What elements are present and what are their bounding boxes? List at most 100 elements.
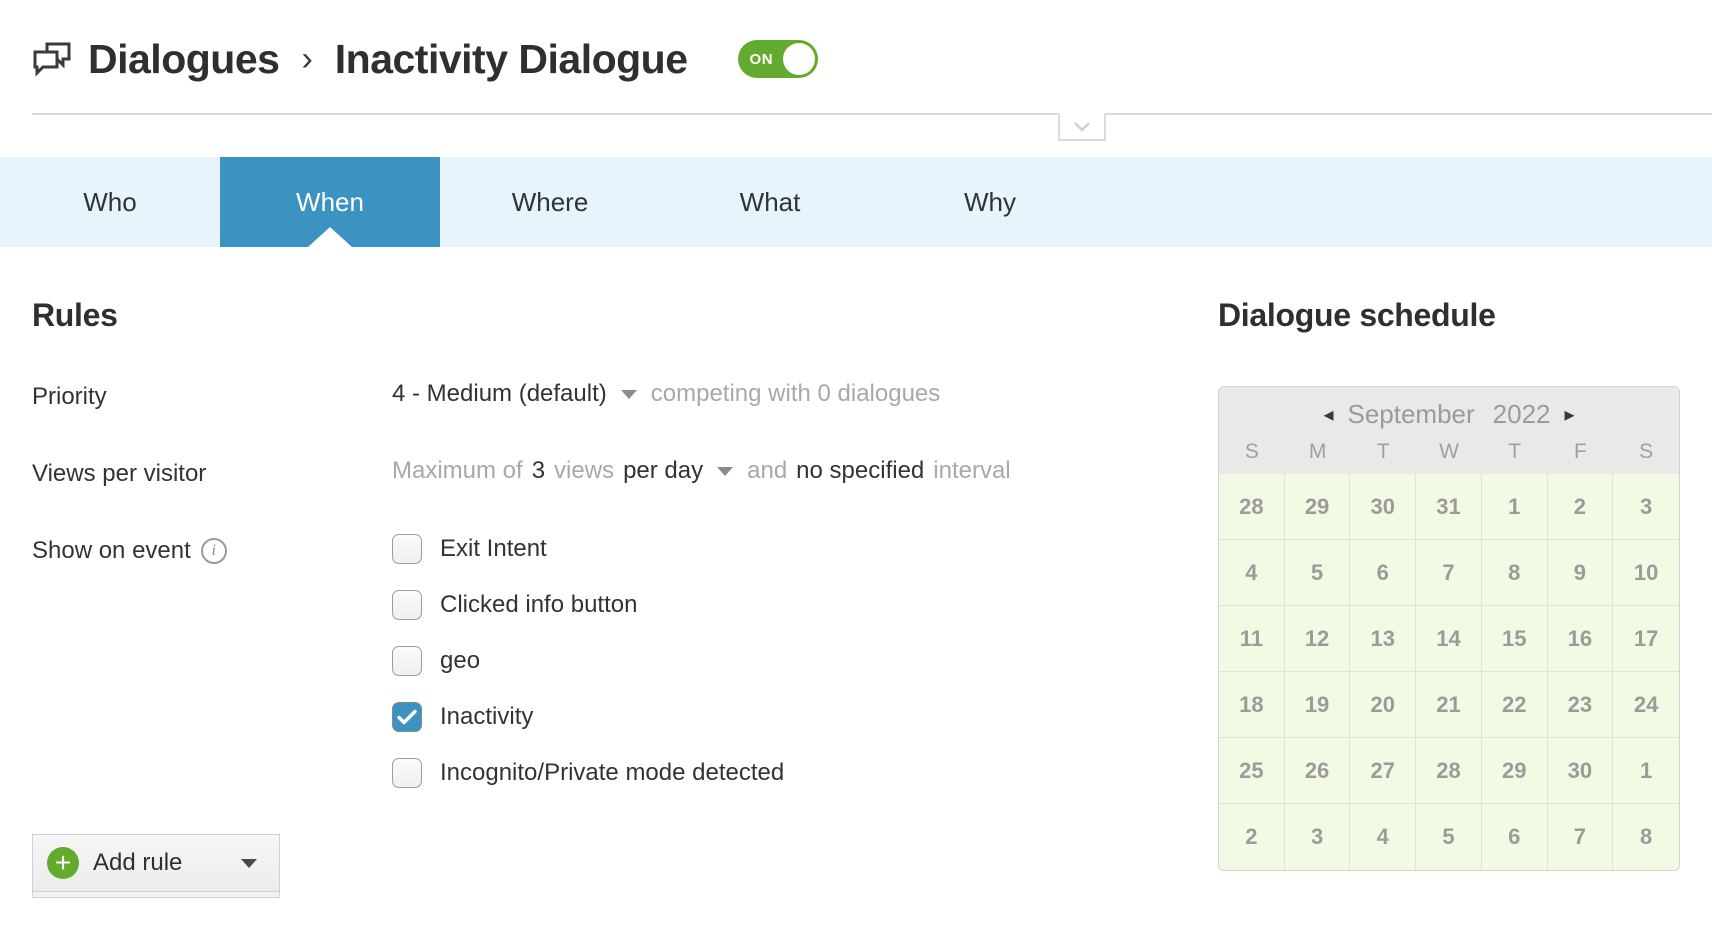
checkbox-row-exit-intent[interactable]: Exit Intent [392,534,784,564]
calendar-day-cell[interactable]: 6 [1481,804,1548,870]
checkbox-geo[interactable] [392,646,422,676]
add-rule-button[interactable]: + Add rule [32,834,280,892]
toggle-knob [782,43,815,75]
checkbox-row-geo[interactable]: geo [392,646,784,676]
views-prefix: Maximum of [392,457,523,484]
calendar-day-cell[interactable]: 18 [1219,672,1285,738]
calendar-prev-month-icon[interactable]: ◂ [1309,402,1347,427]
add-rule-label: Add rule [93,849,183,876]
calendar-next-month-icon[interactable]: ▸ [1551,402,1589,427]
calendar-day-cell[interactable]: 3 [1613,474,1679,540]
calendar-day-cell[interactable]: 28 [1219,474,1285,540]
calendar-day-cell[interactable]: 27 [1350,738,1417,804]
checkbox-label: Incognito/Private mode detected [440,759,785,786]
calendar-day-cell[interactable]: 7 [1416,540,1482,606]
calendar-day-cell[interactable]: 8 [1613,804,1679,870]
calendar-day-cell[interactable]: 29 [1284,474,1351,540]
add-rule-caret-down-icon[interactable] [241,858,257,868]
calendar-day-cell[interactable]: 16 [1547,606,1614,672]
calendar-day-cell[interactable]: 19 [1284,672,1351,738]
rule-row-show-on-event: Show on event i Exit Intent Clicked info… [32,534,1194,788]
calendar-day-cell[interactable]: 24 [1613,672,1679,738]
views-interval-value[interactable]: no specified [796,457,924,486]
calendar-day-cell[interactable]: 4 [1219,540,1285,606]
toggle-label: ON [749,50,774,68]
tab-label: Who [83,186,137,217]
checkbox-label: Clicked info button [440,591,638,618]
calendar-day-cell[interactable]: 30 [1547,738,1614,804]
collapse-panel-button[interactable] [1058,113,1106,141]
calendar-day-cell[interactable]: 20 [1350,672,1417,738]
calendar-day-cell[interactable]: 5 [1416,804,1482,870]
calendar-day-cell[interactable]: 21 [1416,672,1482,738]
tab-what[interactable]: What [660,157,880,247]
tab-where[interactable]: Where [440,157,660,247]
views-frequency-caret-down-icon[interactable] [717,466,734,476]
calendar-day-cell[interactable]: 10 [1613,540,1679,606]
calendar-day-cell[interactable]: 23 [1547,672,1614,738]
views-frequency[interactable]: per day [623,457,703,486]
info-icon[interactable]: i [200,538,227,564]
tab-who[interactable]: Who [0,157,220,247]
calendar-year: 2022 [1492,399,1551,429]
checkbox-row-incognito[interactable]: Incognito/Private mode detected [392,758,784,788]
calendar-day-cell[interactable]: 1 [1613,738,1679,804]
calendar-day-cell[interactable]: 11 [1219,606,1285,672]
views-interval-unit: interval [933,457,1011,484]
breadcrumb-root[interactable]: Dialogues [88,36,280,83]
checkbox-exit-intent[interactable] [392,534,422,564]
page-header: Dialogues › Inactivity Dialogue ON [0,0,1712,141]
day-header: T [1508,440,1522,463]
calendar-day-cell[interactable]: 25 [1219,738,1285,804]
tab-when[interactable]: When [220,157,440,247]
calendar-day-cell[interactable]: 3 [1284,804,1351,870]
checkbox-incognito[interactable] [392,758,422,788]
priority-label: Priority [32,383,107,410]
calendar-day-cell[interactable]: 9 [1547,540,1614,606]
calendar-day-cell[interactable]: 14 [1416,606,1482,672]
views-conjunction: and [747,457,788,484]
priority-value[interactable]: 4 - Medium (default) [392,380,607,409]
section-tabs: Who When Where What Why [0,157,1712,247]
schedule-heading: Dialogue schedule [1218,297,1496,333]
checkbox-row-clicked-info-button[interactable]: Clicked info button [392,590,784,620]
calendar-day-cell[interactable]: 13 [1350,606,1417,672]
calendar-day-cell[interactable]: 2 [1219,804,1285,870]
calendar-day-cell[interactable]: 31 [1416,474,1482,540]
show-on-event-options: Exit Intent Clicked info button geo Inac… [392,534,784,788]
calendar-month: September [1347,399,1475,429]
calendar-day-cell[interactable]: 22 [1481,672,1548,738]
calendar-day-cell[interactable]: 15 [1481,606,1548,672]
checkbox-label: Exit Intent [440,535,547,562]
rules-panel: Rules Priority 4 - Medium (default) comp… [32,247,1194,898]
day-header: S [1639,440,1654,463]
calendar-day-cell[interactable]: 4 [1350,804,1417,870]
priority-value-group: 4 - Medium (default) competing with 0 di… [392,380,940,409]
plus-icon: + [47,847,79,879]
calendar-day-cell[interactable]: 8 [1481,540,1548,606]
dialogue-enabled-toggle[interactable]: ON [737,40,818,78]
calendar-day-cell[interactable]: 1 [1481,474,1548,540]
breadcrumb: Dialogues › Inactivity Dialogue [32,36,688,83]
checkbox-inactivity[interactable] [392,702,422,732]
calendar-day-cell[interactable]: 26 [1284,738,1351,804]
tab-why[interactable]: Why [880,157,1100,247]
calendar-day-cell[interactable]: 30 [1350,474,1417,540]
rule-row-priority: Priority 4 - Medium (default) competing … [32,380,1194,411]
show-on-event-label: Show on event i [32,534,392,565]
day-header: M [1308,440,1327,463]
checkbox-row-inactivity[interactable]: Inactivity [392,702,784,732]
checkbox-clicked-info-button[interactable] [392,590,422,620]
calendar-day-cell[interactable]: 7 [1547,804,1614,870]
day-header: F [1574,440,1587,463]
calendar-day-cell[interactable]: 28 [1416,738,1482,804]
calendar-day-cell[interactable]: 29 [1481,738,1548,804]
calendar-day-cell[interactable]: 5 [1284,540,1351,606]
calendar-day-cell[interactable]: 17 [1613,606,1679,672]
views-count-input[interactable]: 3 [532,457,545,486]
priority-caret-down-icon[interactable] [620,389,637,399]
calendar-day-cell[interactable]: 12 [1284,606,1351,672]
views-per-visitor-label: Views per visitor [32,460,207,487]
calendar-day-cell[interactable]: 6 [1350,540,1417,606]
calendar-day-cell[interactable]: 2 [1547,474,1614,540]
